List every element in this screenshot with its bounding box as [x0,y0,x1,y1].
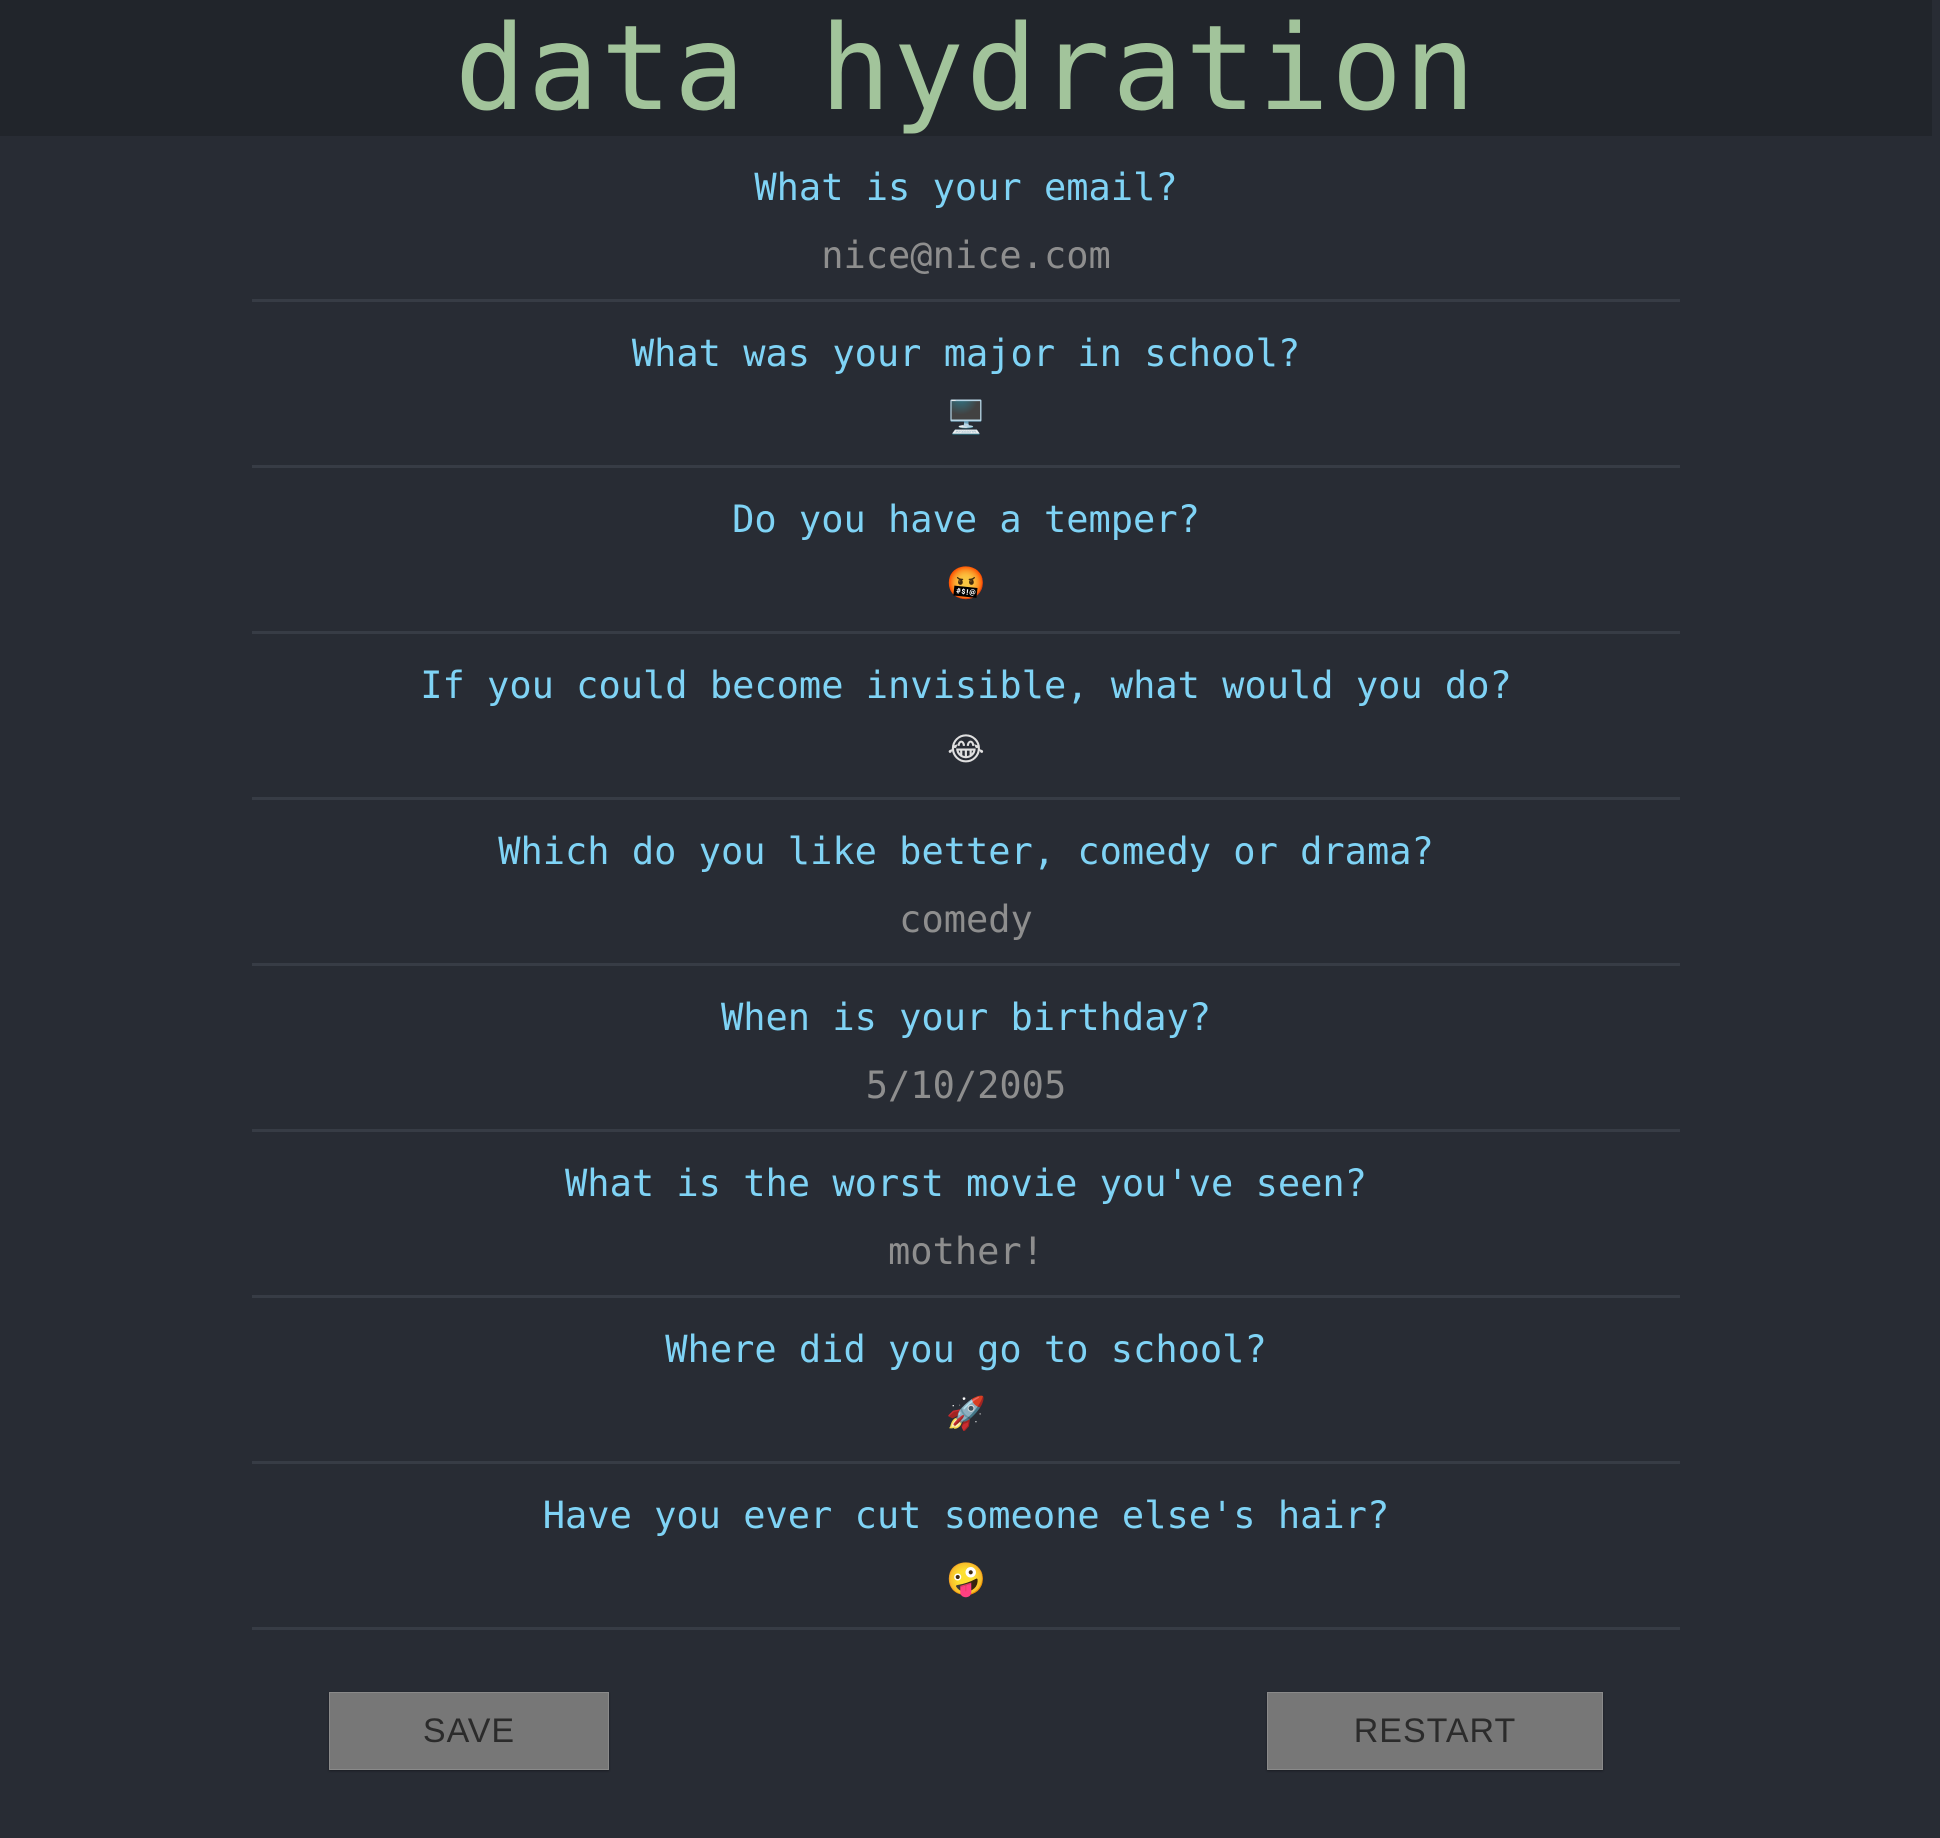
questions-form: What is your email? nice@nice.com What w… [252,136,1680,1630]
question-item-temper: Do you have a temper? 🤬 [252,468,1680,634]
save-button[interactable]: SAVE [329,1692,609,1770]
question-label: What is your email? [754,166,1178,209]
app-title: data hydration [454,0,1478,137]
question-label: What was your major in school? [631,332,1301,375]
question-item-worst-movie: What is the worst movie you've seen? mot… [252,1132,1680,1298]
question-label: Do you have a temper? [732,498,1200,541]
zany-face-icon[interactable]: 🤪 [252,1560,1680,1598]
question-item-major: What was your major in school? 🖥️ [252,302,1680,468]
cursing-face-icon[interactable]: 🤬 [252,564,1680,602]
answer-value[interactable]: 5/10/2005 [252,1064,1680,1107]
question-item-comedy-drama: Which do you like better, comedy or dram… [252,800,1680,966]
question-item-birthday: When is your birthday? 5/10/2005 [252,966,1680,1132]
question-item-school: Where did you go to school? 🚀 [252,1298,1680,1464]
app-header: data hydration [0,0,1932,136]
answer-value[interactable]: mother! [252,1230,1680,1273]
question-label: Where did you go to school? [665,1328,1267,1371]
question-label: If you could become invisible, what woul… [420,664,1512,707]
rocket-icon[interactable]: 🚀 [252,1394,1680,1432]
question-item-email: What is your email? nice@nice.com [252,136,1680,302]
tears-of-joy-icon[interactable]: 😂 [252,730,1680,768]
question-label: Which do you like better, comedy or dram… [498,830,1434,873]
question-label: When is your birthday? [720,996,1212,1039]
question-item-haircut: Have you ever cut someone else's hair? 🤪 [252,1464,1680,1630]
answer-value[interactable]: nice@nice.com [252,234,1680,277]
desktop-computer-icon[interactable]: 🖥️ [252,398,1680,436]
restart-button[interactable]: RESTART [1267,1692,1603,1770]
question-item-invisible: If you could become invisible, what woul… [252,634,1680,800]
answer-value[interactable]: comedy [252,898,1680,941]
question-label: Have you ever cut someone else's hair? [542,1494,1390,1537]
question-label: What is the worst movie you've seen? [565,1162,1367,1205]
